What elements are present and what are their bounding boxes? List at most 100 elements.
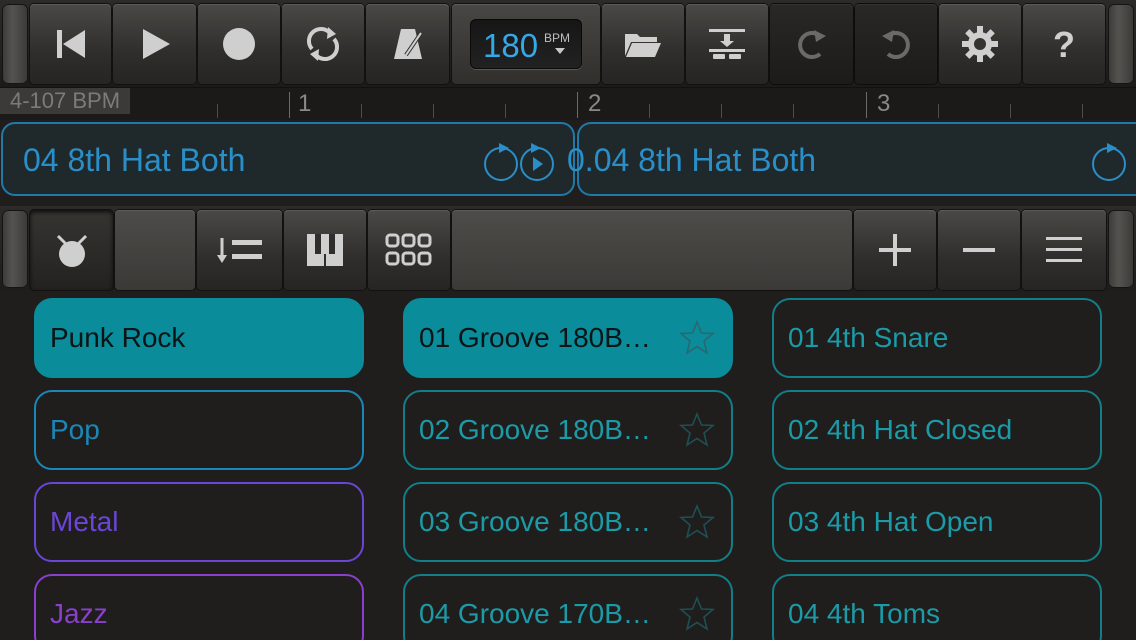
loop-icon xyxy=(484,143,518,181)
toolbar-end-cap xyxy=(1108,4,1134,84)
cycle-button[interactable] xyxy=(282,4,364,84)
groove-item[interactable]: 04 Groove 170B… xyxy=(403,574,733,640)
beat-tick xyxy=(721,104,722,118)
star-icon[interactable] xyxy=(679,504,715,540)
star-icon[interactable] xyxy=(679,320,715,356)
folder-icon xyxy=(625,34,661,57)
play-button[interactable] xyxy=(113,4,196,84)
tempo-lcd[interactable]: 180 BPM xyxy=(470,19,582,69)
groove-label: 03 Groove 180B… xyxy=(419,506,651,537)
tempo-display[interactable]: 180 BPM xyxy=(452,4,600,84)
sort-button[interactable] xyxy=(197,210,282,290)
browse-button[interactable] xyxy=(602,4,684,84)
loop-icon xyxy=(1092,143,1126,181)
keyboard-button[interactable] xyxy=(284,210,366,290)
loop-icon xyxy=(306,26,340,62)
genre-item-jazz[interactable]: Jazz xyxy=(34,574,364,640)
menu-button[interactable] xyxy=(1022,210,1106,290)
redo-button[interactable] xyxy=(770,4,853,84)
pattern-label: 01 4th Snare xyxy=(788,322,949,353)
blank-tool-button[interactable] xyxy=(115,210,195,290)
beat-tick xyxy=(433,104,434,118)
beat-tick xyxy=(361,104,362,118)
svg-text:?: ? xyxy=(1053,25,1075,63)
menu-icon xyxy=(1046,237,1082,262)
settings-button[interactable] xyxy=(939,4,1021,84)
help-icon: ? xyxy=(1053,25,1075,63)
record-icon xyxy=(223,28,255,60)
pattern-item[interactable]: 04 4th Toms xyxy=(772,574,1102,640)
bar-number: 1 xyxy=(298,90,312,117)
remove-button[interactable] xyxy=(938,210,1020,290)
star-icon[interactable] xyxy=(679,412,715,448)
metronome-button[interactable] xyxy=(366,4,449,84)
rewind-button[interactable] xyxy=(30,4,111,84)
genre-label: Punk Rock xyxy=(50,322,186,353)
play-region-icon xyxy=(520,143,554,181)
drum-region[interactable]: 0.04 8th Hat Both xyxy=(567,122,1136,196)
genre-label: Metal xyxy=(50,506,119,537)
editor-toolbar xyxy=(0,206,1136,290)
groove-item[interactable]: 01 Groove 180B… xyxy=(403,298,733,378)
add-button[interactable] xyxy=(854,210,936,290)
pattern-label: 03 4th Hat Open xyxy=(788,506,994,537)
toolbar-spacer xyxy=(452,210,852,290)
minus-icon xyxy=(963,248,995,252)
tempo-range-label: 4-107 BPM xyxy=(0,88,131,114)
piano-keys-icon xyxy=(307,234,343,266)
groove-label: 04 Groove 170B… xyxy=(419,598,651,629)
undo-icon xyxy=(882,30,910,59)
beat-tick xyxy=(1010,104,1011,118)
beat-tick xyxy=(217,104,218,118)
bar-number: 3 xyxy=(877,90,891,117)
genre-item-pop[interactable]: Pop xyxy=(34,390,364,470)
tracks-icon xyxy=(709,29,745,59)
help-button[interactable]: ? xyxy=(1023,4,1105,84)
beat-tick xyxy=(1082,104,1083,118)
groove-item[interactable]: 03 Groove 180B… xyxy=(403,482,733,562)
groove-label: 01 Groove 180B… xyxy=(419,322,651,353)
tempo-unit: BPM xyxy=(544,31,571,45)
genre-item-metal[interactable]: Metal xyxy=(34,482,364,562)
record-button[interactable] xyxy=(198,4,280,84)
pattern-item[interactable]: 01 4th Snare xyxy=(772,298,1102,378)
bar-number: 2 xyxy=(588,90,602,117)
timeline-ruler[interactable] xyxy=(0,88,1136,120)
rewind-icon xyxy=(56,30,85,58)
groove-item[interactable]: 02 Groove 180B… xyxy=(403,390,733,470)
chevron-down-icon xyxy=(555,48,565,54)
beat-tick xyxy=(505,104,506,118)
play-icon xyxy=(142,29,170,59)
tempo-value: 180 xyxy=(483,27,539,64)
toolbar-end-cap xyxy=(1108,210,1134,288)
pattern-label: 04 4th Toms xyxy=(788,598,941,629)
toolbar-end-cap xyxy=(2,4,28,84)
region-label: 04 8th Hat Both xyxy=(23,142,246,178)
beat-tick xyxy=(793,104,794,118)
bar-tick xyxy=(577,92,578,118)
star-icon[interactable] xyxy=(679,596,715,632)
pattern-item[interactable]: 03 4th Hat Open xyxy=(772,482,1102,562)
pattern-label: 02 4th Hat Closed xyxy=(788,414,1013,445)
pads-button[interactable] xyxy=(368,210,450,290)
metronome-icon xyxy=(393,29,423,59)
beat-tick xyxy=(649,104,650,118)
bar-tick xyxy=(866,92,867,118)
toolbar-end-cap xyxy=(2,210,28,288)
genre-label: Jazz xyxy=(50,598,108,629)
transport-bar: 180 BPM ? xyxy=(0,0,1136,88)
drummer-button[interactable] xyxy=(30,210,113,290)
plus-icon xyxy=(879,234,911,266)
bar-tick xyxy=(289,92,290,118)
genre-label: Pop xyxy=(50,414,100,445)
drum-region[interactable]: 04 8th Hat Both xyxy=(1,122,575,196)
groove-label: 02 Groove 180B… xyxy=(419,414,651,445)
redo-icon xyxy=(797,30,826,59)
pattern-item[interactable]: 02 4th Hat Closed xyxy=(772,390,1102,470)
beat-tick xyxy=(938,104,939,118)
region-label: 0.04 8th Hat Both xyxy=(567,142,817,178)
gear-icon xyxy=(962,26,998,62)
genre-item-punk-rock[interactable]: Punk Rock xyxy=(34,298,364,378)
track-view-button[interactable] xyxy=(686,4,768,84)
undo-button[interactable] xyxy=(855,4,937,84)
